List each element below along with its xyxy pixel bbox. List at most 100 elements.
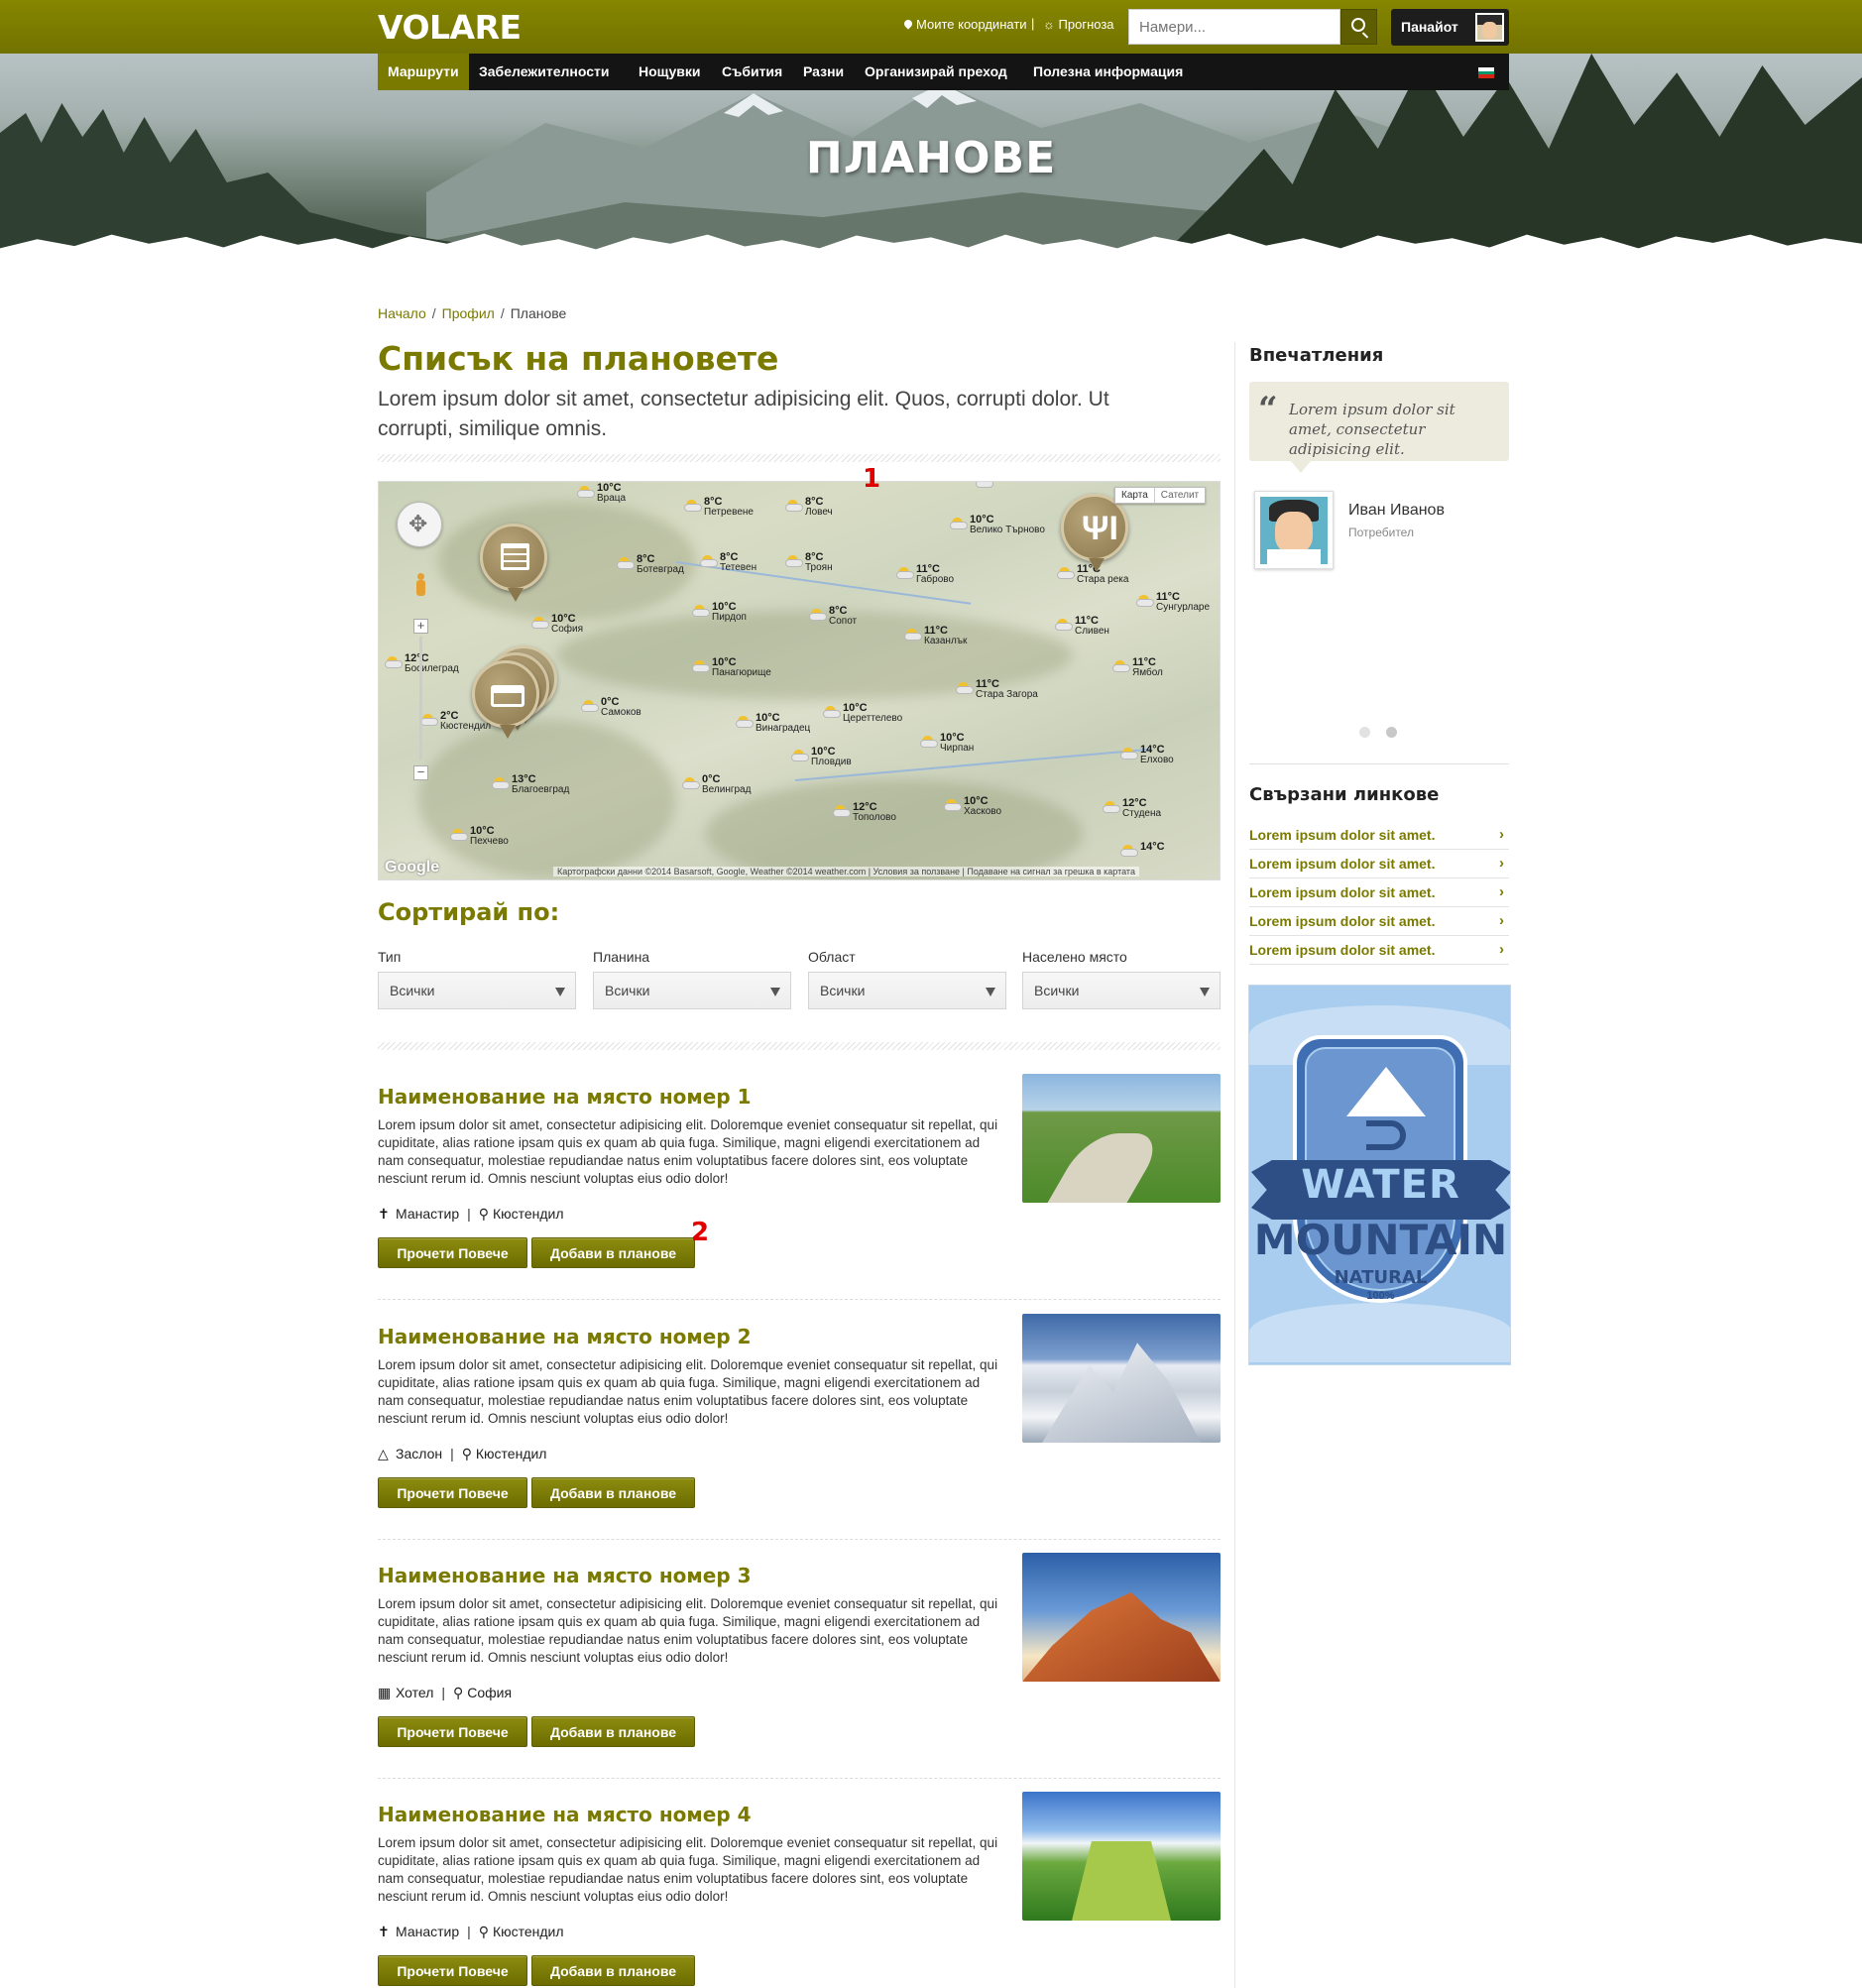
breadcrumb-profile[interactable]: Профил xyxy=(442,305,495,321)
carousel-dot-active[interactable] xyxy=(1386,727,1397,738)
sun-cloud-icon xyxy=(833,805,851,817)
map-type-map[interactable]: Карта xyxy=(1115,488,1154,503)
weather-marker[interactable]: 10°C Пехчево xyxy=(450,825,509,847)
nav-item-lodging[interactable]: Нощувки xyxy=(629,54,710,90)
weather-marker[interactable]: 10°C xyxy=(976,482,1020,488)
related-link[interactable]: Lorem ipsum dolor sit amet. › xyxy=(1249,907,1509,936)
tent-icon: △ xyxy=(378,1446,389,1462)
weather-marker[interactable]: 10°C Пирдоп xyxy=(692,601,747,623)
sun-cloud-icon xyxy=(682,777,700,789)
filter-type-select[interactable]: Всички xyxy=(378,972,576,1009)
sun-cloud-icon xyxy=(956,682,974,694)
weather-marker[interactable]: 12°C Босилеград xyxy=(385,652,459,674)
weather-marker[interactable]: 10°C Пловдив xyxy=(791,746,852,767)
weather-marker[interactable]: 11°C Ямбол xyxy=(1112,656,1163,678)
place-title[interactable]: Наименование на място номер 3 xyxy=(378,1564,752,1587)
weather-marker[interactable]: 8°C Сопот xyxy=(809,605,857,627)
place-title[interactable]: Наименование на място номер 4 xyxy=(378,1803,752,1826)
place-meta: ▦ Хотел | ⚲ София xyxy=(378,1685,512,1701)
nav-item-events[interactable]: Събития xyxy=(712,54,792,90)
zoom-slider[interactable] xyxy=(419,637,422,760)
weather-marker[interactable]: 11°C Стара Загора xyxy=(956,678,1038,700)
breadcrumb-home[interactable]: Начало xyxy=(378,305,426,321)
nav-item-useful-info[interactable]: Полезна информация xyxy=(1023,54,1193,90)
place-photo-green-valley[interactable] xyxy=(1022,1792,1221,1921)
read-more-button[interactable]: Прочети Повече xyxy=(378,1716,527,1747)
add-to-plans-button[interactable]: Добави в планове xyxy=(531,1955,695,1986)
nav-item-landmarks[interactable]: Забележителности xyxy=(469,54,619,90)
nav-item-misc[interactable]: Разни xyxy=(793,54,854,90)
weather-marker[interactable]: 10°C Враца xyxy=(577,482,626,504)
sidebar-separator xyxy=(1249,763,1509,764)
weather-marker[interactable]: 12°C Студена xyxy=(1103,797,1161,819)
related-link[interactable]: Lorem ipsum dolor sit amet. › xyxy=(1249,821,1509,850)
add-to-plans-button[interactable]: Добави в планове xyxy=(531,1477,695,1508)
site-logo[interactable]: VOLARE xyxy=(378,8,522,47)
place-title[interactable]: Наименование на място номер 2 xyxy=(378,1325,752,1348)
map-pan-control[interactable] xyxy=(397,502,442,547)
forecast-link[interactable]: ☼ Прогноза xyxy=(1043,17,1114,32)
dropdown-arrow-icon xyxy=(1200,988,1210,996)
zoom-in-button[interactable]: + xyxy=(413,619,428,634)
read-more-button[interactable]: Прочети Повече xyxy=(378,1955,527,1986)
weather-marker[interactable]: 14°C xyxy=(1120,841,1165,857)
weather-marker[interactable]: 8°C Ловеч xyxy=(785,496,833,518)
weather-marker[interactable]: 10°C София xyxy=(531,613,583,635)
related-link[interactable]: Lorem ipsum dolor sit amet. › xyxy=(1249,850,1509,878)
filter-mountain-label: Планина xyxy=(593,949,650,965)
bulgarian-flag-icon[interactable] xyxy=(1478,67,1494,78)
read-more-button[interactable]: Прочети Повече xyxy=(378,1477,527,1508)
weather-marker[interactable]: 14°C Елхово xyxy=(1120,744,1174,765)
add-to-plans-button[interactable]: Добави в планове xyxy=(531,1716,695,1747)
search-button[interactable] xyxy=(1340,9,1377,45)
weather-marker[interactable]: 10°C Хасково xyxy=(944,795,1001,817)
map-type-satellite[interactable]: Сателит xyxy=(1153,488,1205,503)
street-view-pegman-icon[interactable] xyxy=(414,573,426,597)
related-link[interactable]: Lorem ipsum dolor sit amet. › xyxy=(1249,936,1509,965)
weather-marker[interactable]: 10°C Чирпан xyxy=(920,732,974,754)
filter-settlement-select[interactable]: Всички xyxy=(1022,972,1221,1009)
weather-marker[interactable]: 11°C Казанлък xyxy=(904,625,967,646)
weather-marker[interactable]: 13°C Благоевград xyxy=(492,773,569,795)
nav-item-organize-hike[interactable]: Организирай преход xyxy=(855,54,1017,90)
weather-marker[interactable]: 10°C Велико Търново xyxy=(950,514,1045,535)
place-photo-snow-mountain[interactable] xyxy=(1022,1314,1221,1443)
place-title[interactable]: Наименование на място номер 1 xyxy=(378,1085,752,1109)
filter-mountain-select[interactable]: Всички xyxy=(593,972,791,1009)
weather-marker[interactable]: 11°C Сунгурларе xyxy=(1136,591,1210,613)
weather-marker[interactable]: 10°C Винаградец xyxy=(736,712,810,734)
filter-type-value: Всички xyxy=(390,983,435,998)
sun-cloud-icon xyxy=(736,716,754,728)
bed-marker[interactable] xyxy=(472,660,539,739)
ad-banner[interactable]: WATER MOUNTAIN NATURAL 100% xyxy=(1248,985,1511,1365)
weather-marker[interactable]: 8°C Троян xyxy=(785,551,833,573)
my-coordinates-link[interactable]: Моите координати xyxy=(902,17,1027,32)
map-attribution[interactable]: Картографски данни ©2014 Basarsoft, Goog… xyxy=(553,867,1139,877)
related-link[interactable]: Lorem ipsum dolor sit amet. › xyxy=(1249,878,1509,907)
weather-map[interactable]: 10°C Враца 8°C Петревене 8°C Ловеч 10°C Велико … xyxy=(378,481,1221,880)
calendar-marker[interactable] xyxy=(480,524,547,602)
weather-marker[interactable]: 11°C Габрово xyxy=(896,563,954,585)
weather-marker[interactable]: 10°C Цереттелево xyxy=(823,702,902,724)
place-photo-red-peak[interactable] xyxy=(1022,1553,1221,1682)
weather-marker[interactable]: 0°C Самоков xyxy=(581,696,641,718)
filter-region-select[interactable]: Всички xyxy=(808,972,1006,1009)
weather-marker[interactable]: 11°C Сливен xyxy=(1055,615,1109,637)
weather-marker[interactable]: 12°C Тополово xyxy=(833,801,896,823)
search-input[interactable] xyxy=(1128,9,1340,45)
add-to-plans-button[interactable]: Добави в планове xyxy=(531,1237,695,1268)
weather-marker[interactable]: 8°C Тетевен xyxy=(700,551,756,573)
restaurant-marker[interactable]: ΨΙ xyxy=(1061,494,1128,572)
zoom-out-button[interactable]: − xyxy=(413,765,428,780)
weather-marker[interactable]: 10°C Панагюрище xyxy=(692,656,771,678)
place-photo-road[interactable] xyxy=(1022,1074,1221,1203)
mountain-icon xyxy=(1346,1067,1426,1116)
nav-item-routes[interactable]: Маршрути xyxy=(378,54,469,90)
read-more-button[interactable]: Прочети Повече xyxy=(378,1237,527,1268)
user-menu[interactable]: Панайот xyxy=(1391,9,1509,46)
carousel-dot[interactable] xyxy=(1359,727,1370,738)
map-type-toggle[interactable]: Карта Сателит xyxy=(1114,487,1207,504)
weather-marker[interactable]: 8°C Петревене xyxy=(684,496,754,518)
weather-marker[interactable]: 0°C Велинград xyxy=(682,773,751,795)
weather-marker[interactable]: 8°C Ботевград xyxy=(617,553,684,575)
